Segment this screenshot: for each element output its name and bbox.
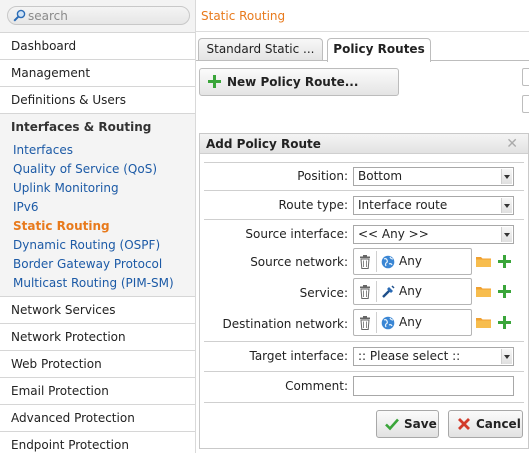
divider [204,162,524,163]
box-divider [376,312,377,333]
cancel-x-icon [458,418,470,430]
new-policy-route-label: New Policy Route... [227,75,359,89]
sidebar-item-advanced-protection[interactable]: Advanced Protection [0,404,195,431]
subnav-multicast-routing[interactable]: Multicast Routing (PIM-SM) [0,274,195,293]
sidebar-nav: Dashboard Management Definitions & Users… [0,32,195,458]
cancel-button[interactable]: Cancel [448,410,523,438]
sidebar-subnav: Interfaces Quality of Service (QoS) Upli… [0,140,195,296]
service-label: Service: [299,286,348,300]
box-divider [376,251,377,272]
folder-icon[interactable] [476,255,491,267]
sidebar: Dashboard Management Definitions & Users… [0,0,196,458]
new-policy-route-button[interactable]: New Policy Route... [199,68,399,96]
plus-icon[interactable] [498,316,511,329]
destination-network-label: Destination network: [222,317,348,331]
plus-icon[interactable] [498,285,511,298]
destination-network-value: Any [399,315,422,329]
source-interface-value: << Any >> [358,227,429,241]
edge-tool-button[interactable] [522,95,529,113]
trash-icon[interactable] [359,316,371,330]
target-interface-label: Target interface: [249,349,348,363]
edge-tool-button[interactable] [522,68,529,86]
tab-active-gap [328,60,430,61]
divider [204,341,524,342]
service-value: Any [399,284,422,298]
save-button[interactable]: Save [376,410,439,438]
service-plug-icon [382,285,395,298]
footer-divider [204,402,524,403]
plus-icon[interactable] [498,255,511,268]
subnav-ipv6[interactable]: IPv6 [0,198,195,217]
target-interface-select[interactable]: :: Please select :: [353,347,514,366]
page-title: Static Routing [201,9,286,23]
sidebar-item-endpoint-protection[interactable]: Endpoint Protection [0,431,195,458]
sidebar-item-web-protection[interactable]: Web Protection [0,350,195,377]
subnav-dynamic-routing[interactable]: Dynamic Routing (OSPF) [0,236,195,255]
globe-icon [381,316,395,330]
add-policy-route-dialog: Add Policy Route ✕ Position: Bottom Rout… [199,133,529,449]
divider [204,219,524,220]
box-divider [376,281,377,302]
comment-label: Comment: [285,379,348,393]
chevron-down-icon [501,349,512,364]
subnav-interfaces[interactable]: Interfaces [0,141,195,160]
tab-policy-routes[interactable]: Policy Routes [327,38,431,62]
checkmark-icon [385,418,399,431]
sidebar-item-email-protection[interactable]: Email Protection [0,377,195,404]
service-object-box[interactable]: Any [353,278,472,305]
divider [204,190,524,191]
sidebar-item-interfaces-routing[interactable]: Interfaces & Routing [0,113,195,140]
sidebar-item-definitions-users[interactable]: Definitions & Users [0,86,195,113]
subnav-static-routing[interactable]: Static Routing [0,217,195,236]
chevron-down-icon [501,227,512,242]
chevron-down-icon [501,169,512,184]
sidebar-item-management[interactable]: Management [0,59,195,86]
folder-icon[interactable] [476,316,491,328]
cancel-label: Cancel [476,417,521,431]
position-select[interactable]: Bottom [353,167,514,186]
trash-icon[interactable] [359,255,371,269]
position-value: Bottom [358,169,403,183]
subnav-bgp[interactable]: Border Gateway Protocol [0,255,195,274]
search-icon [13,9,26,22]
route-type-select[interactable]: Interface route [353,196,514,215]
subnav-uplink-monitoring[interactable]: Uplink Monitoring [0,179,195,198]
position-label: Position: [297,169,348,183]
source-network-label: Source network: [250,255,348,269]
source-network-value: Any [399,254,422,268]
folder-icon[interactable] [476,285,491,297]
route-type-value: Interface route [358,198,448,212]
route-type-label: Route type: [278,198,349,212]
search-box[interactable] [7,6,190,25]
sidebar-item-network-protection[interactable]: Network Protection [0,323,195,350]
trash-icon[interactable] [359,285,371,299]
divider [204,371,524,372]
globe-icon [381,255,395,269]
tab-standard-static-routes[interactable]: Standard Static ... [198,38,323,61]
source-interface-label: Source interface: [245,227,348,241]
sidebar-item-dashboard[interactable]: Dashboard [0,32,195,59]
search-input[interactable] [28,8,183,23]
sidebar-item-network-services[interactable]: Network Services [0,296,195,323]
subnav-qos[interactable]: Quality of Service (QoS) [0,160,195,179]
tab-bar: Standard Static ... Policy Routes [196,32,529,62]
close-icon[interactable]: ✕ [506,135,518,153]
source-interface-select[interactable]: << Any >> [353,225,514,244]
target-interface-value: :: Please select :: [358,349,461,363]
destination-network-object-box[interactable]: Any [353,309,472,336]
plus-icon [208,75,221,88]
source-network-object-box[interactable]: Any [353,248,472,275]
dialog-title: Add Policy Route [200,134,528,154]
chevron-down-icon [501,198,512,213]
comment-input[interactable] [353,376,514,396]
save-label: Save [404,417,437,431]
